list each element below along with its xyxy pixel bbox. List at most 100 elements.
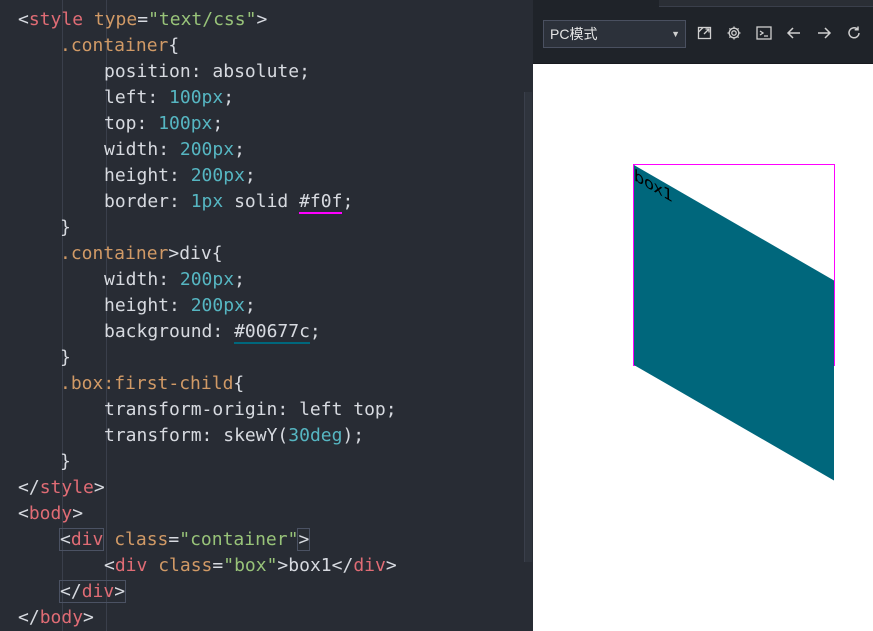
semicolon: ; [244,295,256,316]
back-arrow-icon[interactable] [785,24,803,42]
code-line-22: <div class="box">box1</div> [104,553,397,579]
code-line-14: } [60,345,71,371]
semicolon: ; [244,165,256,186]
tag-name: div [81,581,115,602]
open-external-icon[interactable] [696,24,714,42]
colon: : [212,321,235,342]
tag-close: > [256,9,268,30]
css-selector-rest: >div{ [168,243,223,264]
code-line-11: width: 200px; [104,267,245,293]
colon: : [158,269,180,290]
colon: : [158,139,180,160]
container-box: box1 [633,164,835,481]
code-line-19: </style> [18,475,105,501]
colon: : [190,61,213,82]
code-line-7: height: 200px; [104,163,256,189]
css-selector: .box [60,373,104,394]
attr-value: "box" [223,555,278,576]
settings-icon[interactable] [725,24,743,42]
code-line-24: </body> [18,605,94,631]
css-value: skewY( [223,425,289,446]
colon: : [201,425,224,446]
semicolon: ; [234,139,245,160]
css-property: border [104,191,170,212]
css-property: width [104,139,159,160]
code-line-6: width: 200px; [104,137,245,163]
app-window: <style type="text/css"> .container{ posi… [0,0,873,631]
refresh-icon[interactable] [845,24,863,42]
code-line-3: position: absolute; [104,59,310,85]
code-line-21: <div class="container"> [58,527,311,553]
forward-arrow-icon[interactable] [815,24,833,42]
editor-scrollbar[interactable] [524,92,532,562]
css-property: height [104,165,170,186]
attr-eq: = [137,9,149,30]
code-line-1: <style type="text/css"> [18,7,267,33]
chevron-down-icon: ▼ [671,29,680,39]
code-line-4: left: 100px; [104,85,234,111]
skewed-box: box1 [634,165,834,481]
code-line-12: height: 200px; [104,293,256,319]
tag-close: > [93,477,105,498]
tag-open: </ [331,555,354,576]
code-line-16: transform-origin: left top; [104,397,397,423]
code-editor[interactable]: <style type="text/css"> .container{ posi… [0,0,533,631]
attr-value: "container" [179,529,299,550]
tag-name: div [353,555,386,576]
css-property: top [104,113,137,134]
code-line-13: background: #00677c; [104,319,321,345]
code-line-20: <body> [18,501,83,527]
css-selector: .container [60,35,169,56]
css-selector: .container [60,243,169,264]
browser-preview: PC模式 ▼ box1 [533,0,873,631]
attr-eq: = [212,555,224,576]
tag-open: < [18,503,29,524]
css-value-end: ); [342,425,365,446]
code-line-2: .container{ [60,33,179,59]
colon: : [169,165,191,186]
colon: : [277,399,300,420]
color-swatch-value[interactable]: #f0f [299,191,343,214]
css-property: left [104,87,148,108]
tag-name: body [39,607,84,628]
css-keyword: solid [223,191,300,212]
attr-name: type [83,9,138,30]
attr-name: class [147,555,213,576]
colon: : [136,113,159,134]
console-icon[interactable] [755,24,773,42]
code-line-23: </div> [58,579,127,605]
code-line-9: } [60,215,71,241]
semicolon: ; [342,191,354,212]
brace: } [60,451,71,472]
brace: } [60,217,71,238]
preview-toolbar: PC模式 ▼ [533,0,873,64]
css-property: width [104,269,159,290]
css-number: 200px [190,295,245,316]
color-swatch-value[interactable]: #00677c [234,321,310,344]
semicolon: ; [223,87,235,108]
css-property: height [104,295,170,316]
attr-name: class [103,529,169,550]
tag-close: > [385,555,397,576]
code-line-15: .box:first-child{ [60,371,244,397]
rendered-page: box1 [533,64,873,631]
tag-close: > [297,528,311,551]
tag-open: </ [18,477,40,498]
css-number: 200px [179,269,235,290]
tag-name: style [39,477,94,498]
mode-select[interactable]: PC模式 ▼ [543,20,686,48]
colon: : [169,295,191,316]
css-number: 30deg [288,425,343,446]
element-text: box1 [288,555,332,576]
tag-name: div [70,529,104,550]
brace: { [233,373,245,394]
brace: { [168,35,180,56]
css-number: 1px [190,191,224,212]
code-line-17: transform: skewY(30deg); [104,423,364,449]
tag-open: </ [18,607,40,628]
tag-open: </ [60,581,82,602]
tag-close: > [72,503,84,524]
tag-close: > [83,607,94,628]
tag-name: div [114,555,148,576]
mode-select-value: PC模式 [550,26,598,42]
